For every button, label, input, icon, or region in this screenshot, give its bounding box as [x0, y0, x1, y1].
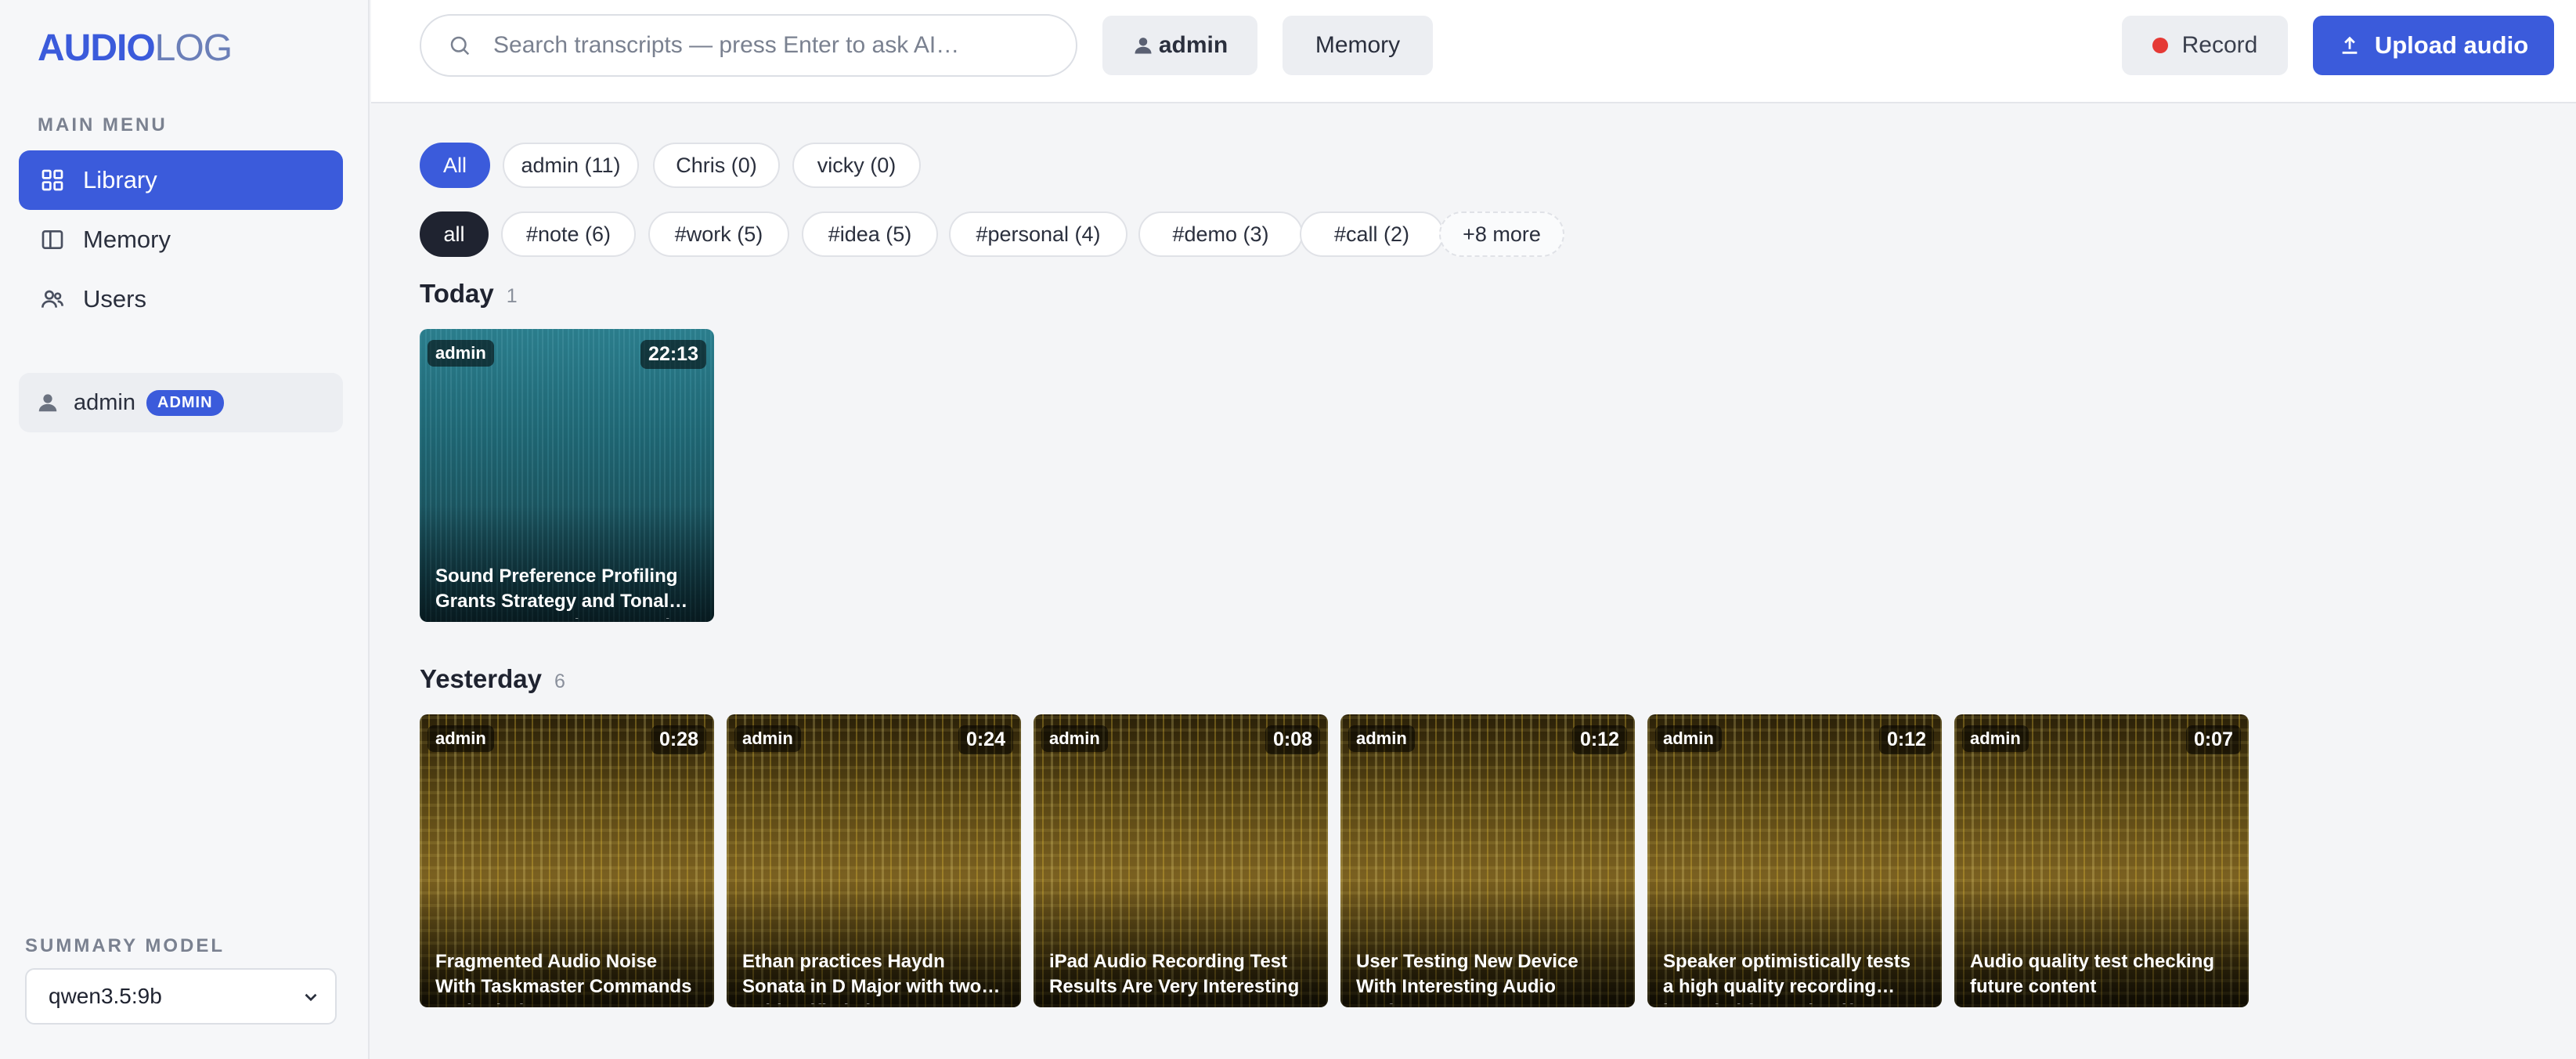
- section-count: 6: [554, 670, 565, 692]
- sidebar-item-label: Memory: [83, 226, 171, 253]
- card-title: Ethan practices Haydn Sonata in D Major …: [742, 951, 1001, 1004]
- recording-card[interactable]: admin 0:08 iPad Audio Recording Test Res…: [1034, 714, 1328, 1007]
- card-duration: 0:12: [1878, 725, 1934, 754]
- top-bar: Search transcripts — press Enter to ask …: [371, 0, 2576, 103]
- card-title: Fragmented Audio Noise With Taskmaster C…: [435, 951, 692, 1004]
- summary-model-label: SUMMARY MODEL: [25, 935, 225, 956]
- card-owner: admin: [428, 725, 494, 752]
- user-menu-label: admin: [1158, 32, 1228, 58]
- sidebar-item-label: Users: [83, 285, 146, 313]
- book-icon: [39, 226, 66, 253]
- recording-card[interactable]: admin 0:28 Fragmented Audio Noise With T…: [420, 714, 714, 1007]
- card-duration: 0:12: [1571, 725, 1627, 754]
- user-menu-button[interactable]: admin: [1102, 16, 1257, 75]
- logo-text-log: LOG: [154, 27, 233, 69]
- section-title-today: Today 1: [420, 279, 518, 309]
- filter-tag-idea[interactable]: #idea (5): [802, 211, 938, 257]
- card-title: Speaker optimistically tests a high qual…: [1663, 951, 1911, 1004]
- card-owner: admin: [428, 340, 494, 367]
- card-owner: admin: [1348, 725, 1415, 752]
- filter-tag-note[interactable]: #note (6): [501, 211, 636, 257]
- recording-card[interactable]: admin 0:07 Audio quality test checking f…: [1954, 714, 2249, 1007]
- search-placeholder: Search transcripts — press Enter to ask …: [493, 32, 960, 58]
- main-menu-label: MAIN MENU: [38, 114, 168, 136]
- current-user-name: admin: [74, 389, 135, 415]
- summary-model-select[interactable]: qwen3.5:9b: [25, 968, 337, 1025]
- card-owner: admin: [1655, 725, 1722, 752]
- upload-label: Upload audio: [2374, 31, 2529, 59]
- filter-tag-call[interactable]: #call (2): [1300, 211, 1444, 257]
- card-duration: 0:07: [2185, 725, 2241, 754]
- filter-user-admin[interactable]: admin (11): [503, 143, 639, 188]
- card-title: Sound Preference Profiling Grants Strate…: [435, 566, 692, 619]
- card-duration: 0:28: [651, 725, 706, 754]
- card-title: iPad Audio Recording Test Results Are Ve…: [1049, 951, 1300, 997]
- logo-text-audio: AUDIO: [38, 27, 156, 69]
- card-title: Audio quality test checking future conte…: [1970, 951, 2215, 997]
- record-button[interactable]: Record: [2122, 16, 2288, 75]
- filter-tag-demo[interactable]: #demo (3): [1138, 211, 1303, 257]
- section-title-text: Yesterday: [420, 664, 542, 693]
- filter-user-chris[interactable]: Chris (0): [653, 143, 780, 188]
- recording-card[interactable]: admin 0:12 Speaker optimistically tests …: [1647, 714, 1942, 1007]
- recording-card[interactable]: admin 22:13 Sound Preference Profiling G…: [420, 329, 714, 622]
- user-icon: [1135, 38, 1152, 54]
- record-dot-icon: [2152, 38, 2168, 53]
- upload-icon: [2342, 36, 2358, 54]
- card-duration: 22:13: [640, 340, 706, 369]
- role-badge: ADMIN: [146, 389, 224, 416]
- summary-model-value: qwen3.5:9b: [49, 984, 162, 1008]
- sidebar-item-users[interactable]: Users: [19, 269, 343, 329]
- section-count: 1: [506, 285, 518, 307]
- card-owner: admin: [1041, 725, 1108, 752]
- filter-user-all[interactable]: All: [420, 143, 490, 188]
- search-icon: [450, 36, 470, 56]
- main-nav: Library Memory Users: [19, 150, 343, 329]
- card-duration: 0:24: [958, 725, 1013, 754]
- section-title-yesterday: Yesterday 6: [420, 664, 565, 694]
- memory-button[interactable]: Memory: [1283, 16, 1433, 75]
- filter-user-vicky[interactable]: vicky (0): [792, 143, 921, 188]
- search-input[interactable]: Search transcripts — press Enter to ask …: [420, 14, 1077, 77]
- recording-card[interactable]: admin 0:12 User Testing New Device With …: [1340, 714, 1635, 1007]
- app-logo[interactable]: AUDIOLOG: [38, 27, 233, 70]
- card-owner: admin: [734, 725, 801, 752]
- record-label: Record: [2181, 32, 2258, 58]
- card-owner: admin: [1962, 725, 2029, 752]
- filter-tag-all[interactable]: all: [420, 211, 489, 257]
- filter-tag-more[interactable]: +8 more: [1439, 211, 1564, 257]
- section-title-text: Today: [420, 279, 494, 308]
- card-title: User Testing New Device With Interesting…: [1356, 951, 1578, 1004]
- user-icon: [36, 391, 60, 414]
- sidebar-item-memory[interactable]: Memory: [19, 210, 343, 269]
- recording-card[interactable]: admin 0:24 Ethan practices Haydn Sonata …: [727, 714, 1021, 1007]
- sidebar: AUDIOLOG MAIN MENU Library Memory Users …: [0, 0, 370, 1059]
- users-icon: [39, 286, 66, 313]
- sidebar-item-label: Library: [83, 166, 157, 193]
- grid-icon: [39, 167, 66, 193]
- chevron-down-icon: [305, 993, 317, 1002]
- sidebar-item-library[interactable]: Library: [19, 150, 343, 210]
- filter-tag-personal[interactable]: #personal (4): [949, 211, 1127, 257]
- card-duration: 0:08: [1265, 725, 1320, 754]
- current-user-chip[interactable]: admin ADMIN: [19, 373, 343, 432]
- upload-audio-button[interactable]: Upload audio: [2313, 16, 2554, 75]
- filter-tag-work[interactable]: #work (5): [648, 211, 789, 257]
